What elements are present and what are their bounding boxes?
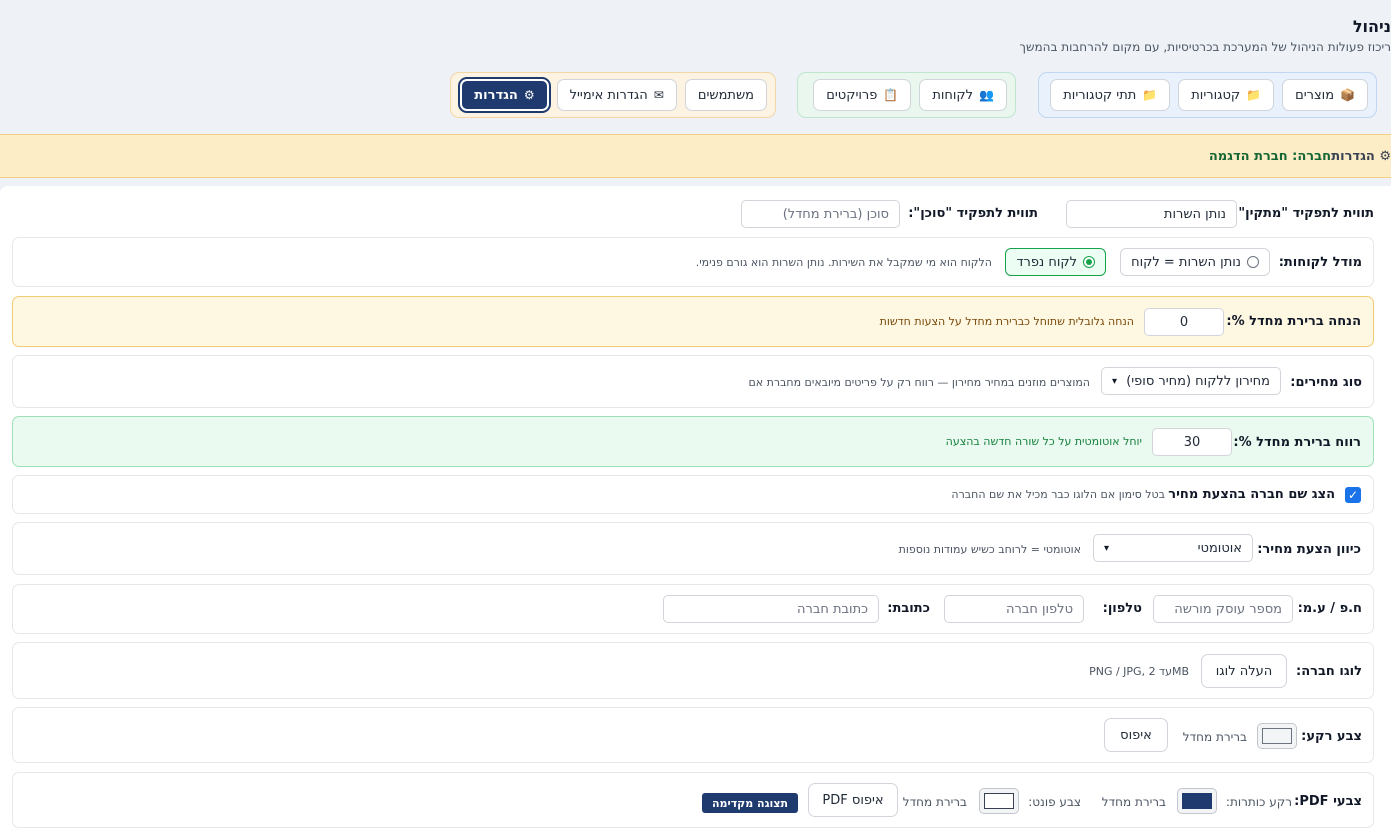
pdf-title-bg-picker[interactable] [1177, 788, 1217, 814]
pdf-title-bg-label: רקע כותרות: [1225, 795, 1292, 809]
folder-icon: 📁 [1142, 88, 1158, 102]
pdf-title-bg-default: ברירת מחדל [1101, 795, 1166, 809]
phone-input[interactable] [944, 595, 1084, 623]
company-details-row: ח.פ / ע.מ: טלפון: כתובת: [12, 584, 1374, 634]
roles-row: תווית לתפקיד "מתקין": תווית לתפקיד "סוכן… [0, 200, 1391, 230]
envelope-icon: ✉ [653, 88, 664, 102]
show-company-checkbox[interactable]: ✓ [1345, 487, 1361, 503]
discount-label: הנחה ברירת מחדל %: [1226, 314, 1361, 329]
installer-role-input[interactable] [1066, 200, 1237, 228]
tab-products[interactable]: 📦 מוצרים [1282, 79, 1368, 111]
price-type-select[interactable]: מחירון ללקוח (מחיר סופי) ▾ [1101, 367, 1281, 395]
orientation-select[interactable]: אוטומטי ▾ [1093, 534, 1253, 562]
bg-color-row: צבע רקע: ברירת מחדל איפוס [12, 707, 1374, 763]
customer-model-option-separate[interactable]: לקוח נפרד [1005, 248, 1106, 276]
gear-icon: ⚙ [523, 88, 535, 102]
nav-group-admin: משתמשים ✉ הגדרות אימייל ⚙ הגדרות [450, 72, 776, 118]
price-type-hint: המוצרים מוזנים במחיר מחירון — רווח רק על… [748, 376, 1090, 389]
pdf-preview-button[interactable]: תצוגה מקדימה [701, 793, 798, 813]
show-company-label: הצג שם חברה בהצעת מחיר [1168, 487, 1335, 502]
customer-model-hint: הלקוח הוא מי שמקבל את השירות. נותן השרות… [695, 256, 992, 269]
upload-logo-button[interactable]: העלה לוגו [1201, 654, 1287, 688]
margin-label: רווח ברירת מחדל %: [1233, 435, 1361, 450]
bg-color-reset-button[interactable]: איפוס [1104, 718, 1168, 752]
discount-input[interactable] [1144, 308, 1224, 336]
bg-color-label: צבע רקע: [1301, 729, 1362, 744]
logo-row: לוגו חברה: העלה לוגו PNG / JPG, עד 2MB [12, 642, 1374, 699]
radio-icon [1247, 256, 1259, 268]
customer-model-row: מודל לקוחות: נותן השרות = לקוח לקוח נפרד… [12, 237, 1374, 287]
orientation-label: כיוון הצעת מחיר: [1257, 542, 1361, 557]
address-label: כתובת: [887, 601, 930, 616]
pdf-font-color-default: ברירת מחדל [902, 795, 967, 809]
installer-role-label: תווית לתפקיד "מתקין": [1233, 206, 1374, 221]
show-company-row: ✓ הצג שם חברה בהצעת מחיר בטל סימון אם הל… [12, 475, 1374, 514]
customer-model-label: מודל לקוחות: [1278, 255, 1362, 270]
users-icon: 👥 [979, 88, 994, 102]
admin-tabs: 📦 מוצרים 📁 קטגוריות 📁 תתי קטגוריות 👥 לקו… [0, 72, 1377, 118]
banner-settings-title: ⚙ הגדרות [1331, 148, 1391, 164]
clipboard-icon: 📋 [883, 88, 899, 102]
pdf-font-color-picker[interactable] [979, 788, 1019, 814]
logo-label: לוגו חברה: [1296, 664, 1362, 679]
show-company-hint: בטל סימון אם הלוגו כבר מכיל את שם החברה [951, 488, 1165, 501]
folder-icon: 📁 [1246, 88, 1262, 102]
pdf-font-color-label: צבע פונט: [1028, 795, 1081, 809]
price-type-label: סוג מחירים: [1290, 375, 1362, 390]
price-type-row: סוג מחירים: מחירון ללקוח (מחיר סופי) ▾ ה… [12, 355, 1374, 408]
discount-hint: הנחה גלובלית שתוחל כברירת מחדל על הצעות … [879, 315, 1134, 328]
vat-label: ח.פ / ע.מ: [1297, 601, 1362, 616]
page-title: ניהול [1352, 17, 1391, 36]
tab-users[interactable]: משתמשים [684, 79, 767, 111]
pdf-colors-row: צבעי PDF: רקע כותרות: ברירת מחדל צבע פונ… [12, 772, 1374, 828]
orientation-row: כיוון הצעת מחיר: אוטומטי ▾ אוטומטי = לרו… [12, 522, 1374, 575]
tab-projects[interactable]: 📋 פרויקטים [813, 79, 912, 111]
bg-color-swatch [1262, 728, 1292, 744]
agent-role-label: תווית לתפקיד "סוכן": [908, 206, 1038, 221]
margin-input[interactable] [1152, 428, 1232, 456]
pdf-font-color-swatch [984, 793, 1014, 809]
banner-company-name: חברה: חברת הדגמה [1208, 148, 1331, 164]
orientation-hint: אוטומטי = לרוחב כשיש עמודות נוספות [898, 543, 1081, 556]
tab-settings[interactable]: ⚙ הגדרות [460, 79, 549, 111]
agent-role-input[interactable] [741, 200, 900, 228]
logo-hint: PNG / JPG, עד 2MB [1089, 665, 1189, 678]
margin-hint: יוחל אוטומטית על כל שורה חדשה בהצעה [945, 435, 1142, 448]
settings-panel: תווית לתפקיד "מתקין": תווית לתפקיד "סוכן… [0, 186, 1391, 835]
tab-email-settings[interactable]: ✉ הגדרות אימייל [556, 79, 677, 111]
settings-banner: ⚙ הגדרות חברה: חברת הדגמה [0, 134, 1391, 178]
nav-group-catalog: 📦 מוצרים 📁 קטגוריות 📁 תתי קטגוריות [1038, 72, 1377, 118]
page-header: ניהול ריכוז פעולות הניהול של המערכת בכרט… [1020, 14, 1391, 54]
phone-label: טלפון: [1102, 601, 1142, 616]
discount-row: הנחה ברירת מחדל %: הנחה גלובלית שתוחל כב… [12, 296, 1374, 347]
page-subtitle: ריכוז פעולות הניהול של המערכת בכרטיסיות,… [1019, 40, 1391, 54]
vat-input[interactable] [1153, 595, 1293, 623]
address-input[interactable] [663, 595, 879, 623]
box-icon: 📦 [1340, 88, 1355, 102]
margin-row: רווח ברירת מחדל %: יוחל אוטומטית על כל ש… [12, 416, 1374, 467]
chevron-down-icon: ▾ [1104, 542, 1110, 554]
customer-model-option-same[interactable]: נותן השרות = לקוח [1120, 248, 1270, 276]
pdf-title-bg-swatch [1182, 793, 1212, 809]
chevron-down-icon: ▾ [1112, 375, 1118, 387]
nav-group-crm: 👥 לקוחות 📋 פרויקטים [797, 72, 1016, 118]
radio-selected-icon [1083, 256, 1095, 268]
pdf-colors-label: צבעי PDF: [1294, 794, 1362, 809]
pdf-reset-button[interactable]: איפוס PDF [808, 783, 898, 817]
bg-color-default-text: ברירת מחדל [1182, 730, 1247, 744]
bg-color-picker[interactable] [1257, 723, 1297, 749]
tab-subcategories[interactable]: 📁 תתי קטגוריות [1050, 79, 1171, 111]
tab-categories[interactable]: 📁 קטגוריות [1178, 79, 1275, 111]
tab-customers[interactable]: 👥 לקוחות [919, 79, 1007, 111]
